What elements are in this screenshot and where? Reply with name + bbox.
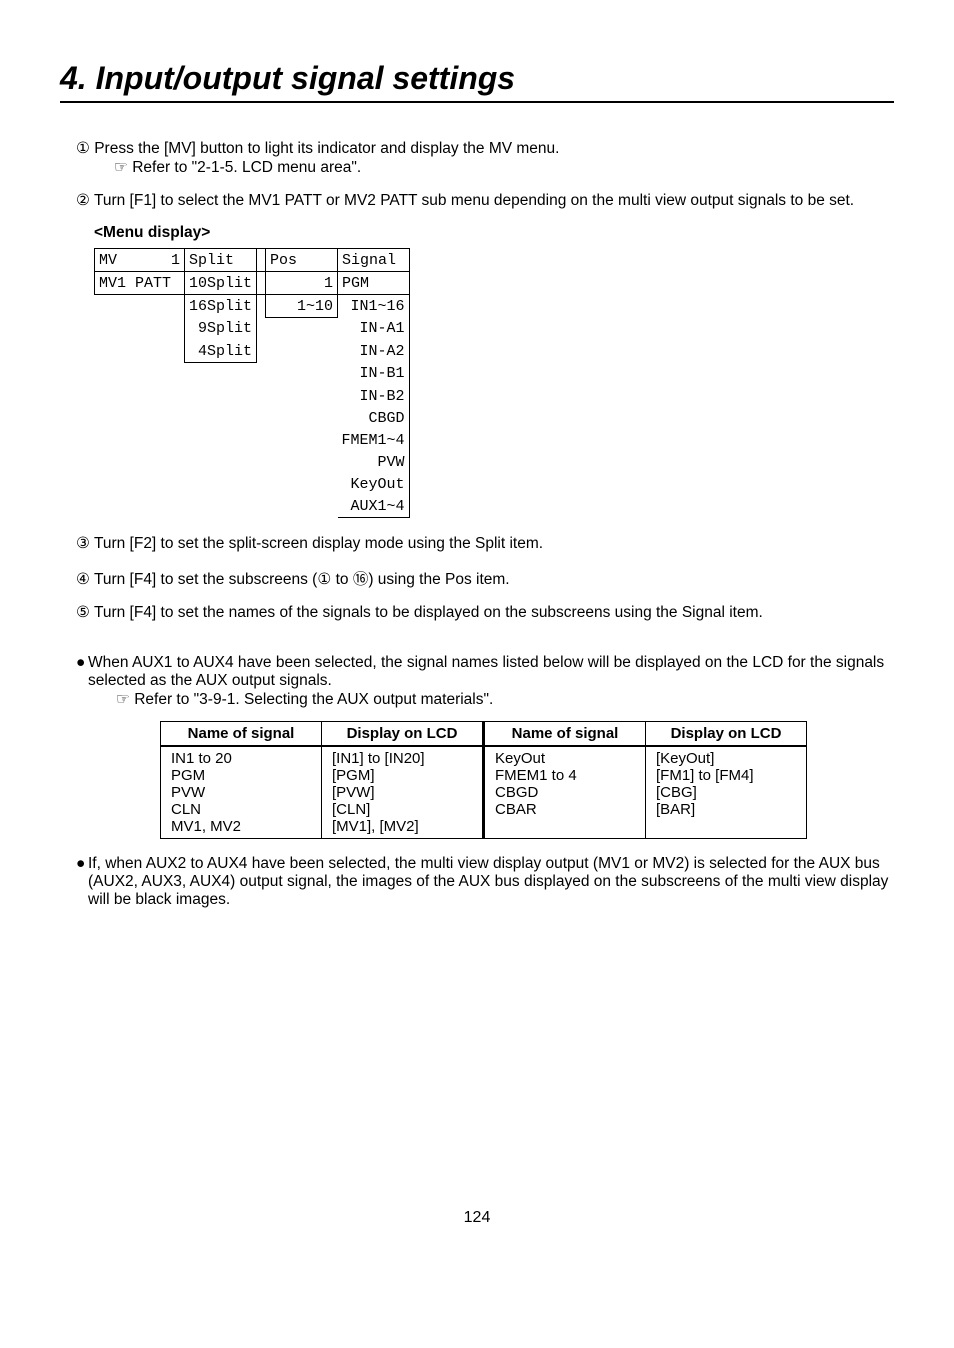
step-4-number: ④ xyxy=(76,571,90,588)
menu-sig-opt-1: IN-A1 xyxy=(338,318,410,341)
signal-table: Name of signal Display on LCD Name of si… xyxy=(160,721,807,839)
table-cell: MV1, MV2 xyxy=(171,818,311,835)
bullet-icon: ● xyxy=(76,855,88,873)
menu-h1: MV 1 xyxy=(95,249,185,272)
menu-display-label: <Menu display> xyxy=(94,224,894,242)
page-number: 124 xyxy=(60,1209,894,1227)
menu-r1c: 1 xyxy=(266,272,338,295)
step-2-text: Turn [F1] to select the MV1 PATT or MV2 … xyxy=(94,192,854,209)
step-5-number: ⑤ xyxy=(76,604,90,621)
step-3: ③ Turn [F2] to set the split-screen disp… xyxy=(76,534,894,553)
table-header: Name of signal xyxy=(484,722,646,747)
bullet-b: ●If, when AUX2 to AUX4 have been selecte… xyxy=(76,855,894,909)
step-3-number: ③ xyxy=(76,535,90,552)
table-cell: [CBG] xyxy=(656,784,796,801)
table-cell: [BAR] xyxy=(656,801,796,818)
menu-r1d: PGM xyxy=(338,272,410,295)
step-1-text: Press the [MV] button to light its indic… xyxy=(94,140,559,157)
table-cell: [KeyOut] xyxy=(656,750,796,767)
menu-split-opt-0: 16Split xyxy=(185,295,257,318)
table-cell: CBGD xyxy=(495,784,635,801)
table-header: Display on LCD xyxy=(646,722,807,747)
menu-h4: Pos xyxy=(266,249,338,272)
menu-sig-opt-0: IN1~16 xyxy=(338,295,410,318)
step-1: ① Press the [MV] button to light its ind… xyxy=(76,139,894,177)
menu-pos-opt: 1~10 xyxy=(266,295,338,318)
table-cell: CBAR xyxy=(495,801,635,818)
table-header: Display on LCD xyxy=(322,722,484,747)
step-2-number: ② xyxy=(76,192,90,209)
menu-sig-opt-7: PVW xyxy=(338,451,410,473)
bullet-a-text: When AUX1 to AUX4 have been selected, th… xyxy=(88,654,884,689)
menu-r1b: 10Split xyxy=(185,272,257,295)
menu-sig-opt-8: KeyOut xyxy=(338,473,410,495)
step-1-number: ① xyxy=(76,140,90,157)
table-cell: CLN xyxy=(171,801,311,818)
menu-split-opt-2: 4Split xyxy=(185,340,257,363)
table-cell: KeyOut xyxy=(495,750,635,767)
table-cell: [FM1] to [FM4] xyxy=(656,767,796,784)
table-header: Name of signal xyxy=(161,722,322,747)
step-3-text: Turn [F2] to set the split-screen displa… xyxy=(94,535,543,552)
step-2: ② Turn [F1] to select the MV1 PATT or MV… xyxy=(76,191,894,210)
step-5-text: Turn [F4] to set the names of the signal… xyxy=(94,604,763,621)
step-4-inner-16: ⑯ xyxy=(353,571,369,588)
table-cell: PVW xyxy=(171,784,311,801)
menu-r1-spacer xyxy=(257,272,266,295)
bullet-b-text: If, when AUX2 to AUX4 have been selected… xyxy=(88,855,888,908)
step-4-text-a: Turn [F4] to set the subscreens ( xyxy=(94,571,317,588)
menu-h2: Split xyxy=(185,249,257,272)
menu-h5: Signal xyxy=(338,249,410,272)
step-4-text-b: to xyxy=(331,571,353,588)
menu-sig-opt-5: CBGD xyxy=(338,407,410,429)
table-cell: FMEM1 to 4 xyxy=(495,767,635,784)
menu-display-block: MV 1 Split Pos Signal MV1 PATT 10Split 1… xyxy=(94,248,894,518)
step-4-text-c: ) using the Pos item. xyxy=(368,571,509,588)
pointer-icon: ☞ xyxy=(116,691,130,708)
table-cell: PGM xyxy=(171,767,311,784)
menu-sig-opt-9: AUX1~4 xyxy=(338,495,410,518)
menu-h3 xyxy=(257,249,266,272)
step-4-inner-1: ① xyxy=(317,571,331,588)
table-cell: [MV1], [MV2] xyxy=(332,818,472,835)
table-cell: [IN1] to [IN20] xyxy=(332,750,472,767)
menu-sig-opt-3: IN-B1 xyxy=(338,363,410,386)
table-cell: [PGM] xyxy=(332,767,472,784)
menu-split-opt-1: 9Split xyxy=(185,318,257,341)
bullet-a-refer: Refer to "3-9-1. Selecting the AUX outpu… xyxy=(134,691,493,708)
table-cell: [CLN] xyxy=(332,801,472,818)
menu-sig-opt-2: IN-A2 xyxy=(338,340,410,363)
step-5: ⑤ Turn [F4] to set the names of the sign… xyxy=(76,603,894,622)
table-cell: IN1 to 20 xyxy=(171,750,311,767)
page-title: 4. Input/output signal settings xyxy=(60,60,894,103)
step-4: ④ Turn [F4] to set the subscreens (① to … xyxy=(76,567,894,589)
pointer-icon: ☞ xyxy=(114,159,128,176)
menu-sig-opt-6: FMEM1~4 xyxy=(338,429,410,451)
bullet-icon: ● xyxy=(76,654,88,672)
table-cell: [PVW] xyxy=(332,784,472,801)
menu-sig-opt-4: IN-B2 xyxy=(338,385,410,407)
step-1-refer: Refer to "2-1-5. LCD menu area". xyxy=(132,159,361,176)
menu-r1a: MV1 PATT xyxy=(95,272,185,295)
bullet-a: ●When AUX1 to AUX4 have been selected, t… xyxy=(76,654,894,709)
